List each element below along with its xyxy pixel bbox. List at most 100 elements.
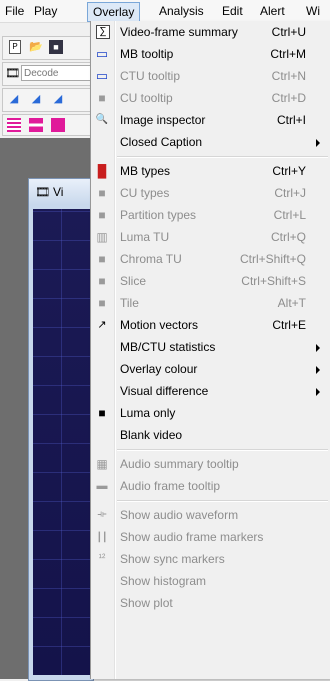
audio-summary-icon: ▦ (96, 457, 108, 471)
menu-item-label: Show sync markers (120, 552, 225, 566)
menu-item-shortcut: Ctrl+Shift+S (241, 274, 306, 288)
menu-item-show-histogram[interactable]: Show histogram (91, 570, 330, 592)
submenu-arrow-icon (316, 388, 320, 396)
menu-item-luma-only[interactable]: ■ Luma only (91, 402, 330, 424)
frame-markers-icon: ┃┃ (96, 532, 108, 542)
menu-window[interactable]: Wi (301, 3, 325, 19)
menu-item-audio-summary-tooltip[interactable]: ▦ Audio summary tooltip (91, 453, 330, 475)
square-icon: ■ (98, 252, 106, 266)
menu-item-shortcut: Ctrl+D (271, 91, 306, 105)
menu-item-shortcut: Ctrl+I (276, 113, 306, 127)
video-window-title: Vi (53, 185, 64, 199)
menu-item-label: Show plot (120, 596, 173, 610)
menu-item-shortcut: Ctrl+Shift+Q (239, 252, 306, 266)
menu-item-label: MB types (120, 164, 171, 178)
menu-item-shortcut: Ctrl+Q (270, 230, 306, 244)
tooltip-icon: ▭ (95, 68, 109, 83)
fill-icon[interactable] (51, 118, 65, 132)
menu-item-ctu-tooltip[interactable]: ▭ CTU tooltip Ctrl+N (91, 65, 330, 87)
menu-item-label: Motion vectors (120, 318, 199, 332)
film-icon: 🎞 (5, 66, 21, 80)
stripes-icon[interactable] (7, 118, 21, 132)
grid-icon: █ (97, 164, 107, 178)
menu-item-label: Image inspector (120, 113, 206, 127)
menu-analysis[interactable]: Analysis (154, 3, 209, 19)
video-window: 🎞 Vi (28, 178, 94, 681)
overlay-dropdown-menu: ∑ Video-frame summary Ctrl+U ▭ MB tooltip Ctr… (90, 21, 330, 679)
menu-item-show-sync-markers[interactable]: ¹² Show sync markers (91, 548, 330, 570)
arrow-icon: ↗ (97, 319, 107, 331)
chart-icon[interactable]: ◢ (7, 92, 21, 106)
menu-item-label: Blank video (120, 428, 183, 442)
menu-item-mb-types[interactable]: █ MB types Ctrl+Y (91, 160, 330, 182)
menu-item-label: MB/CTU statistics (120, 340, 216, 354)
chart-608-icon[interactable]: ◢ (29, 92, 43, 106)
menu-item-label: Luma only (120, 406, 176, 420)
menu-item-shortcut: Ctrl+J (274, 186, 306, 200)
menu-item-show-audio-waveform[interactable]: ⟛ Show audio waveform (91, 504, 330, 526)
menu-item-mb-ctu-statistics[interactable]: MB/CTU statistics (91, 336, 330, 358)
menu-item-shortcut: Ctrl+L (273, 208, 306, 222)
menu-item-closed-caption[interactable]: Closed Caption (91, 131, 330, 153)
menu-item-label: Show audio frame markers (120, 530, 264, 544)
menu-item-image-inspector[interactable]: 🔍 Image inspector Ctrl+I (91, 109, 330, 131)
menu-item-label: CTU tooltip (120, 69, 181, 83)
menu-item-label: Audio summary tooltip (120, 457, 239, 471)
menu-item-shortcut: Alt+T (277, 296, 306, 310)
square-icon: ■ (98, 91, 106, 105)
chart-708-icon[interactable]: ◢ (51, 92, 65, 106)
menu-separator (91, 497, 330, 504)
menu-item-shortcut: Ctrl+Y (272, 164, 306, 178)
menu-item-label: Video-frame summary (120, 25, 238, 39)
submenu-arrow-icon (316, 139, 320, 147)
menu-item-visual-difference[interactable]: Visual difference (91, 380, 330, 402)
menu-overlay[interactable]: Overlay (87, 2, 141, 22)
menu-item-partition-types[interactable]: ■ Partition types Ctrl+L (91, 204, 330, 226)
menu-item-label: Chroma TU (120, 252, 182, 266)
menu-item-chroma-tu[interactable]: ■ Chroma TU Ctrl+Shift+Q (91, 248, 330, 270)
menu-item-shortcut: Ctrl+U (271, 25, 306, 39)
menu-item-cu-types[interactable]: ■ CU types Ctrl+J (91, 182, 330, 204)
menu-item-label: Slice (120, 274, 147, 288)
video-window-titlebar[interactable]: 🎞 Vi (29, 179, 93, 205)
menu-item-tile[interactable]: ■ Tile Alt+T (91, 292, 330, 314)
menu-item-video-frame-summary[interactable]: ∑ Video-frame summary Ctrl+U (91, 21, 330, 43)
menu-item-show-plot[interactable]: Show plot (91, 592, 330, 614)
menu-item-blank-video[interactable]: Blank video (91, 424, 330, 446)
film-icon: 🎞 (35, 185, 51, 199)
menu-item-label: Audio frame tooltip (120, 479, 221, 493)
menu-item-shortcut: Ctrl+N (271, 69, 306, 83)
color-toolbar (2, 114, 94, 136)
menu-item-overlay-colour[interactable]: Overlay colour (91, 358, 330, 380)
new-file-icon[interactable]: P (9, 40, 21, 54)
menu-item-label: Closed Caption (120, 135, 203, 149)
menu-edit[interactable]: Edit (217, 3, 248, 19)
menu-item-label: CU types (120, 186, 170, 200)
menu-alert[interactable]: Alert (255, 3, 290, 19)
menu-item-cu-tooltip[interactable]: ■ CU tooltip Ctrl+D (91, 87, 330, 109)
bars-icon[interactable] (29, 118, 43, 132)
menu-item-mb-tooltip[interactable]: ▭ MB tooltip Ctrl+M (91, 43, 330, 65)
luma-tu-icon: ▥ (96, 230, 108, 244)
file-toolbar: P 📂 ■ (2, 36, 94, 60)
save-icon[interactable]: ■ (49, 40, 63, 54)
menu-item-audio-frame-tooltip[interactable]: ▬ Audio frame tooltip (91, 475, 330, 497)
menu-item-label: CU tooltip (120, 91, 173, 105)
menu-item-label: Tile (120, 296, 139, 310)
menu-item-luma-tu[interactable]: ▥ Luma TU Ctrl+Q (91, 226, 330, 248)
square-icon: ■ (98, 186, 106, 200)
menu-item-slice[interactable]: ■ Slice Ctrl+Shift+S (91, 270, 330, 292)
menu-play[interactable]: Play (29, 3, 62, 19)
menu-item-motion-vectors[interactable]: ↗ Motion vectors Ctrl+E (91, 314, 330, 336)
summary-icon: ∑ (96, 25, 110, 39)
menu-item-show-audio-frame-markers[interactable]: ┃┃ Show audio frame markers (91, 526, 330, 548)
open-folder-icon[interactable]: 📂 (29, 40, 43, 54)
square-icon: ■ (98, 208, 106, 222)
square-icon: ■ (98, 274, 106, 288)
decode-select[interactable]: Decode (21, 65, 91, 81)
menu-file[interactable]: File (0, 3, 29, 19)
video-canvas[interactable] (33, 209, 91, 675)
menu-item-shortcut: Ctrl+E (272, 318, 306, 332)
menu-item-label: Show histogram (120, 574, 207, 588)
square-icon: ■ (98, 296, 106, 310)
